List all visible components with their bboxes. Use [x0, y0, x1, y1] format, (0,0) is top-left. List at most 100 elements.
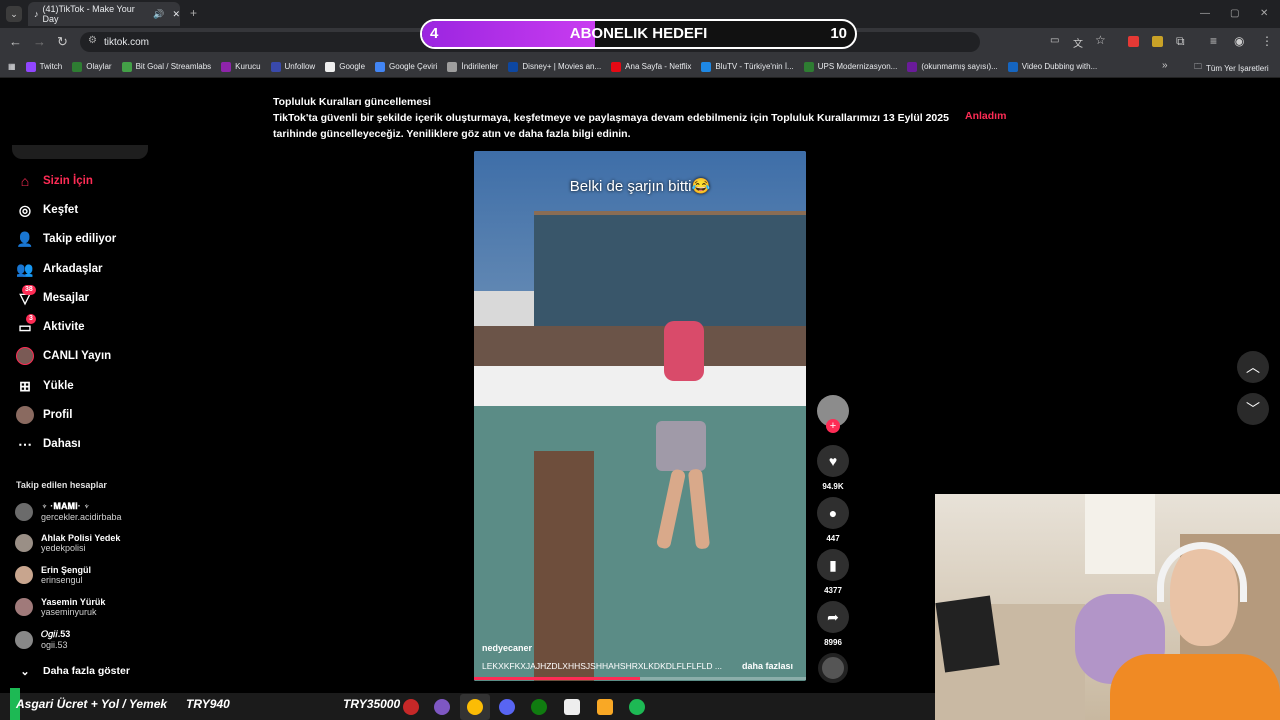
sidebar-item-upload[interactable]: ⊞ Yükle [16, 377, 74, 395]
following-icon: 👤 [16, 230, 34, 247]
bookmark-4[interactable]: Unfollow [270, 61, 315, 72]
sidebar-item-live[interactable]: CANLI Yayın [16, 347, 111, 365]
all-bookmarks-folder[interactable]: 🗀 Tüm Yer İşaretleri [1194, 61, 1269, 75]
bookmark-8-icon [508, 61, 519, 72]
bookmark-0[interactable]: Twitch [25, 61, 62, 72]
chrome-menu-icon[interactable]: ⋮ [1261, 34, 1273, 48]
sidebar-item-explore[interactable]: ◎ Keşfet [16, 201, 78, 219]
puzzle-icon[interactable]: ⧉ [1176, 34, 1185, 49]
comment-button[interactable]: ● 447 [816, 497, 850, 543]
sidebar-item-more[interactable]: ⋯ Dahası [16, 435, 81, 453]
new-tab-button[interactable]: + [190, 6, 197, 20]
bookmark-3[interactable]: Kurucu [221, 61, 261, 72]
sidebar-item-for-you[interactable]: ⌂ Sizin İçin [16, 172, 93, 190]
account-item[interactable]: Yasemin Yürük yaseminyuruk [15, 597, 105, 617]
account-item[interactable]: Erin Şengül erinsengul [15, 565, 91, 585]
reload-button[interactable]: ↻ [57, 34, 68, 50]
search-box-edge[interactable] [12, 145, 148, 159]
tab-search-button[interactable]: ⌄ [6, 6, 22, 22]
bookmark-8[interactable]: Disney+ | Movies an... [508, 61, 601, 72]
comment-count: 447 [826, 534, 840, 543]
spotify-icon[interactable] [629, 699, 645, 715]
bookmark-6[interactable]: Google Çeviri [375, 61, 437, 72]
capcut-icon[interactable] [564, 699, 580, 715]
tab-title: (41)TikTok - Make Your Day [42, 4, 135, 24]
extension-icon[interactable] [1152, 36, 1163, 47]
sidebar-item-friends[interactable]: 👥 Arkadaşlar [16, 260, 102, 278]
sidebar-item-activity[interactable]: ▭ 3 Aktivite [16, 314, 85, 336]
back-button[interactable]: ← [9, 34, 22, 49]
bookmark-1[interactable]: Olaylar [72, 61, 112, 72]
bookmark-12-icon [907, 61, 918, 72]
forward-button[interactable]: → [33, 34, 46, 49]
bookmark-12[interactable]: (okunmamış sayısı)... [907, 61, 998, 72]
close-window-button[interactable]: ✕ [1260, 8, 1268, 19]
bookmark-9[interactable]: Ana Sayfa - Netflix [611, 61, 691, 72]
sound-disc-button[interactable] [816, 653, 850, 683]
translate-icon[interactable]: 文 [1073, 35, 1083, 50]
next-video-button[interactable]: ﹀ [1237, 393, 1269, 425]
sidebar-item-following[interactable]: 👤 Takip ediliyor [16, 230, 116, 248]
chrome-icon[interactable] [467, 699, 483, 715]
profile-menu-icon[interactable]: ◉ [1234, 34, 1244, 48]
chevron-down-icon: ⌄ [20, 665, 30, 678]
bookmark-2[interactable]: Bit Goal / Streamlabs [121, 61, 211, 72]
account-item[interactable]: ♆ ·𝐌𝐀𝐌𝐢· ♆ gercekler.acidirbaba [15, 501, 122, 522]
maximize-button[interactable]: ▢ [1230, 8, 1239, 19]
author-avatar-button[interactable]: + [816, 395, 850, 433]
like-button[interactable]: ♥ 94.9K [816, 445, 850, 491]
video-balcony-glass [534, 211, 806, 331]
sidebar-item-profile[interactable]: Profil [16, 406, 72, 424]
video-player[interactable]: Belki de şarjın bitti😂 nedyecaner LEKXKF… [474, 151, 806, 681]
editor-icon[interactable] [597, 699, 613, 715]
ticker-text-2: TRY940 [186, 697, 230, 711]
site-info-icon[interactable]: ⚙ [88, 35, 97, 46]
xbox-icon[interactable] [531, 699, 547, 715]
account-item[interactable]: Ahlak Polisi Yedek yedekpolisi [15, 533, 120, 553]
goal-title: ABONELIK HEDEFI [569, 25, 708, 42]
close-tab-icon[interactable]: ✕ [172, 9, 180, 20]
bookmark-3-icon [221, 61, 232, 72]
minimize-button[interactable]: — [1200, 8, 1210, 19]
notice-dismiss-button[interactable]: Anladım [965, 110, 1006, 122]
bookmark-5[interactable]: Google [325, 61, 365, 72]
follow-plus-icon[interactable]: + [826, 419, 840, 433]
home-icon: ⌂ [20, 173, 30, 189]
opera-icon[interactable] [403, 699, 419, 715]
bookmark-star-icon[interactable]: ☆ [1095, 33, 1106, 47]
media-icon[interactable]: ≡ [1210, 34, 1217, 48]
show-more-accounts[interactable]: ⌄ Daha fazla göster [16, 662, 130, 680]
chevron-up-icon: ︿ [1246, 359, 1260, 375]
app-icon[interactable] [434, 699, 450, 715]
bookmark-10[interactable]: BluTV - Türkiye'nin İ... [701, 61, 794, 72]
more-bookmarks-icon[interactable]: » [1162, 60, 1168, 71]
audio-icon: 🔊 [153, 8, 165, 19]
share-button[interactable]: ➦ 8996 [816, 601, 850, 647]
bookmark-9-icon [611, 61, 622, 72]
chevron-down-icon: ﹀ [1246, 401, 1260, 417]
profile-icon [16, 406, 34, 424]
discord-icon[interactable] [499, 699, 515, 715]
apps-icon[interactable]: ▦ [8, 62, 16, 71]
video-author[interactable]: nedyecaner [482, 643, 532, 653]
bookmark-13[interactable]: Video Dubbing with... [1007, 61, 1097, 72]
cast-icon[interactable]: ▭ [1050, 35, 1059, 46]
account-item[interactable]: 𝑂𝑔𝑖𝑖.53 ogii.53 [15, 629, 70, 650]
subscriber-goal-bar: 4 ABONELIK HEDEFI 10 [420, 19, 857, 49]
bookmark-7[interactable]: İndirilenler [447, 61, 498, 72]
save-button[interactable]: ▮ 4377 [816, 549, 850, 595]
bookmark-10-icon [701, 61, 712, 72]
tab-tiktok[interactable]: ♪ (41)TikTok - Make Your Day 🔊 ✕ [28, 2, 180, 26]
sidebar-item-messages[interactable]: ▽ 38 Mesajlar [16, 285, 89, 307]
download-extension-icon[interactable] [1128, 36, 1139, 47]
upload-icon: ⊞ [19, 377, 31, 394]
bookmark-11[interactable]: UPS Modernizasyon... [803, 61, 897, 72]
video-progress-fill [474, 677, 640, 680]
avatar [15, 566, 33, 584]
webcam-monitor [935, 595, 1000, 673]
tiktok-icon: ♪ [34, 9, 39, 19]
friends-icon: 👥 [16, 260, 34, 277]
video-more-link[interactable]: daha fazlası [742, 661, 793, 671]
previous-video-button[interactable]: ︿ [1237, 351, 1269, 383]
video-pillar [534, 451, 594, 681]
